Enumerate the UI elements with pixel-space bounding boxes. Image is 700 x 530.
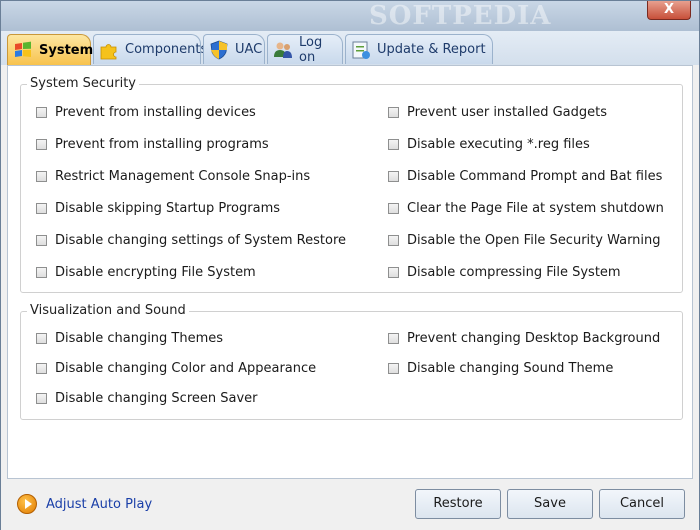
windows-flag-icon: [15, 41, 31, 57]
checkbox[interactable]: [36, 171, 47, 182]
tab-label: UAC: [235, 42, 263, 57]
checkbox-disable-reg-files[interactable]: Disable executing *.reg files: [388, 137, 590, 152]
checkbox-label: Disable encrypting File System: [55, 265, 256, 280]
checkbox-label: Prevent changing Desktop Background: [407, 331, 661, 346]
checkbox[interactable]: [388, 235, 399, 246]
checkbox-label: Disable the Open File Security Warning: [407, 233, 661, 248]
close-button[interactable]: X: [647, 1, 691, 20]
checkbox-label: Disable changing Themes: [55, 331, 224, 346]
checkbox[interactable]: [388, 107, 399, 118]
checkbox-label: Disable skipping Startup Programs: [55, 201, 281, 216]
checkbox-label: Prevent user installed Gadgets: [407, 105, 608, 120]
checkbox-prevent-desktop-background[interactable]: Prevent changing Desktop Background: [388, 331, 660, 346]
title-bar: SOFTPEDIA X: [1, 1, 699, 31]
checkbox-restrict-mmc-snapins[interactable]: Restrict Management Console Snap-ins: [36, 169, 310, 184]
checkbox-disable-open-file-warning[interactable]: Disable the Open File Security Warning: [388, 233, 661, 248]
checkbox-clear-page-file[interactable]: Clear the Page File at system shutdown: [388, 201, 664, 216]
checkbox[interactable]: [388, 267, 399, 278]
checkbox-label: Prevent from installing devices: [55, 105, 256, 120]
system-security-group: System Security Prevent from installing …: [20, 76, 683, 293]
restore-button[interactable]: Restore: [415, 489, 501, 519]
checkbox-label: Disable changing Screen Saver: [55, 391, 258, 406]
uac-shield-icon: [210, 40, 228, 59]
checkbox-prevent-installing-programs[interactable]: Prevent from installing programs: [36, 137, 269, 152]
tab-system[interactable]: System: [7, 34, 94, 65]
play-icon: [17, 494, 37, 514]
checkbox[interactable]: [36, 363, 47, 374]
checkbox[interactable]: [36, 393, 47, 404]
checkbox[interactable]: [36, 333, 47, 344]
checkbox[interactable]: [36, 235, 47, 246]
checkbox-label: Prevent from installing programs: [55, 137, 269, 152]
tab-content-panel: System Security Prevent from installing …: [7, 65, 693, 479]
watermark: SOFTPEDIA: [369, 1, 552, 31]
group-title: System Security: [27, 76, 139, 91]
checkbox-label: Disable Command Prompt and Bat files: [407, 169, 663, 184]
tab-label: Update & Report: [377, 42, 486, 57]
visualization-sound-group: Visualization and Sound Disable changing…: [20, 303, 683, 420]
autoplay-label: Adjust Auto Play: [46, 496, 153, 512]
tab-strip: System Components UAC Log on Update & Re…: [1, 31, 699, 65]
checkbox-disable-system-restore-settings[interactable]: Disable changing settings of System Rest…: [36, 233, 346, 248]
checkbox[interactable]: [36, 139, 47, 150]
checkbox-label: Disable changing Sound Theme: [407, 361, 614, 376]
tab-label: System: [39, 42, 94, 58]
tab-update-report[interactable]: Update & Report: [345, 34, 493, 64]
cancel-button[interactable]: Cancel: [599, 489, 685, 519]
checkbox[interactable]: [388, 203, 399, 214]
checkbox-label: Disable changing settings of System Rest…: [55, 233, 347, 248]
tab-label: Components: [125, 42, 208, 57]
checkbox-disable-cmd-bat[interactable]: Disable Command Prompt and Bat files: [388, 169, 662, 184]
checkbox[interactable]: [36, 107, 47, 118]
checkbox-disable-sound-theme[interactable]: Disable changing Sound Theme: [388, 361, 613, 376]
checkbox[interactable]: [36, 203, 47, 214]
checkbox[interactable]: [388, 363, 399, 374]
checkbox-label: Disable compressing File System: [407, 265, 621, 280]
checkbox-label: Restrict Management Console Snap-ins: [55, 169, 311, 184]
checkbox[interactable]: [388, 139, 399, 150]
checkbox-disable-changing-themes[interactable]: Disable changing Themes: [36, 331, 223, 346]
checkbox-label: Disable changing Color and Appearance: [55, 361, 317, 376]
checkbox-disable-encrypting-fs[interactable]: Disable encrypting File System: [36, 265, 256, 280]
users-icon: [274, 42, 292, 58]
checkbox[interactable]: [36, 267, 47, 278]
adjust-auto-play-link[interactable]: Adjust Auto Play: [17, 494, 152, 514]
checkbox-label: Clear the Page File at system shutdown: [407, 201, 664, 216]
checkbox[interactable]: [388, 171, 399, 182]
main-window: SOFTPEDIA X System Components UAC Log on…: [0, 0, 700, 530]
tab-logon[interactable]: Log on: [267, 34, 343, 65]
tab-label: Log on: [299, 34, 323, 65]
save-button[interactable]: Save: [507, 489, 593, 519]
checkbox-label: Disable executing *.reg files: [407, 137, 590, 152]
update-report-icon: [352, 41, 370, 59]
checkbox-prevent-user-gadgets[interactable]: Prevent user installed Gadgets: [388, 105, 607, 120]
checkbox-disable-color-appearance[interactable]: Disable changing Color and Appearance: [36, 361, 316, 376]
tab-uac[interactable]: UAC: [203, 34, 265, 64]
checkbox-disable-compressing-fs[interactable]: Disable compressing File System: [388, 265, 621, 280]
checkbox-disable-screen-saver[interactable]: Disable changing Screen Saver: [36, 391, 258, 406]
footer-bar: Adjust Auto Play Restore Save Cancel: [1, 479, 699, 530]
puzzle-icon: [100, 43, 117, 59]
checkbox[interactable]: [388, 333, 399, 344]
tab-components[interactable]: Components: [93, 34, 207, 64]
group-title: Visualization and Sound: [27, 303, 189, 318]
checkbox-disable-skipping-startup[interactable]: Disable skipping Startup Programs: [36, 201, 280, 216]
checkbox-prevent-installing-devices[interactable]: Prevent from installing devices: [36, 105, 256, 120]
